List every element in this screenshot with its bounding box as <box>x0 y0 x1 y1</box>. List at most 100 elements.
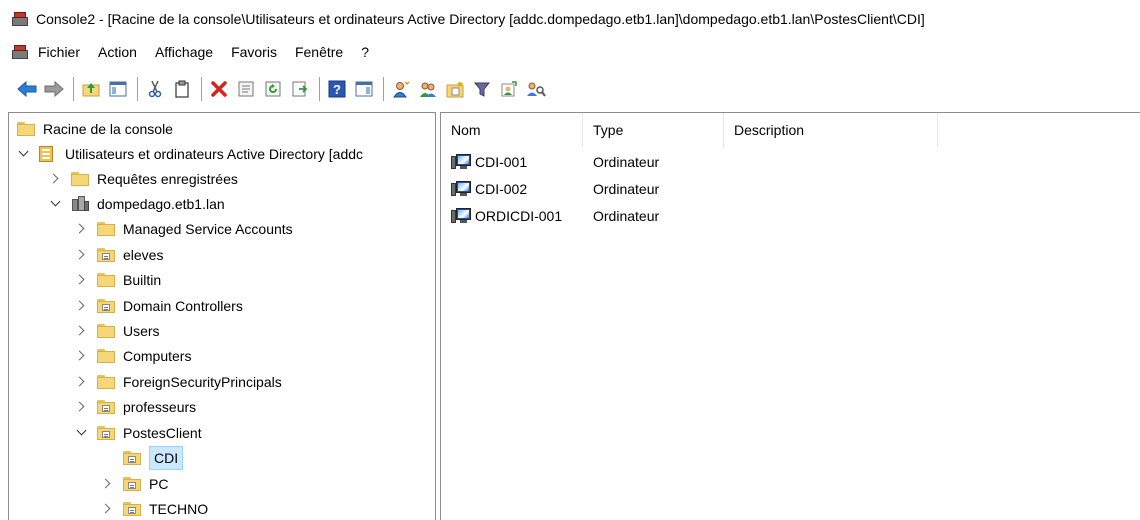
console-tree-pane[interactable]: Racine de la console Utilisateurs et ord… <box>8 112 436 520</box>
list-cell-type: Ordinateur <box>593 207 660 224</box>
column-header-type[interactable]: Type <box>583 113 724 147</box>
tree-item-eleves[interactable]: eleves <box>74 242 164 267</box>
ou-icon <box>123 476 141 491</box>
menu-favoris[interactable]: Favoris <box>231 44 277 60</box>
refresh-icon[interactable] <box>262 78 284 100</box>
tree-item-label: Utilisateurs et ordinateurs Active Direc… <box>65 145 364 162</box>
expand-chevron-icon[interactable] <box>17 146 29 160</box>
properties-icon[interactable] <box>235 78 257 100</box>
computer-icon <box>451 153 471 170</box>
tree-item-techno[interactable]: TECHNO <box>100 496 209 520</box>
ou-icon <box>123 501 141 516</box>
tree-item-builtin[interactable]: Builtin <box>74 267 162 292</box>
mmc-console-icon[interactable] <box>12 12 28 26</box>
tree-item-pc[interactable]: PC <box>100 471 169 496</box>
toolbar-separator <box>319 77 320 101</box>
tree-item-ad-users-computers[interactable]: Utilisateurs et ordinateurs Active Direc… <box>17 141 363 166</box>
collapse-chevron-icon[interactable] <box>74 300 87 312</box>
tree-item-label: Racine de la console <box>43 120 173 137</box>
results-list-pane[interactable]: Nom Type Description CDI-001 Ordinateur … <box>440 112 1140 520</box>
menu-fichier[interactable]: Fichier <box>38 44 80 60</box>
collapse-chevron-icon[interactable] <box>100 478 113 490</box>
ou-icon <box>97 247 115 262</box>
tree-item-cdi[interactable]: CDI <box>123 445 184 470</box>
collapse-chevron-icon[interactable] <box>100 503 113 515</box>
find-icon[interactable] <box>525 78 547 100</box>
list-row[interactable]: ORDICDI-001 Ordinateur <box>441 202 1140 229</box>
tree-item-professeurs[interactable]: professeurs <box>74 394 197 419</box>
ad-snapin-icon <box>39 145 57 162</box>
menu-help[interactable]: ? <box>361 44 369 60</box>
new-user-icon[interactable] <box>390 78 412 100</box>
collapse-chevron-icon[interactable] <box>74 223 87 235</box>
tree-item-foreign-security-principals[interactable]: ForeignSecurityPrincipals <box>74 369 282 394</box>
menu-bar: Fichier Action Affichage Favoris Fenêtre… <box>0 38 1140 66</box>
new-group-icon[interactable] <box>417 78 439 100</box>
computer-name: CDI-002 <box>475 180 528 197</box>
tree-item-computers[interactable]: Computers <box>74 343 192 368</box>
folder-icon <box>97 221 115 236</box>
collapse-chevron-icon[interactable] <box>74 376 87 388</box>
forward-arrow-icon[interactable] <box>43 78 65 100</box>
add-to-group-icon[interactable] <box>498 78 520 100</box>
console-menu-icon[interactable] <box>12 45 28 59</box>
list-row[interactable]: CDI-002 Ordinateur <box>441 175 1140 202</box>
tree-item-label: dompedago.etb1.lan <box>97 195 225 212</box>
tree-item-label: Computers <box>123 347 192 364</box>
collapse-chevron-icon[interactable] <box>74 274 87 286</box>
tree-item-postes-client[interactable]: PostesClient <box>75 420 202 445</box>
tree-item-domain[interactable]: dompedago.etb1.lan <box>49 191 225 216</box>
tree-item-saved-queries[interactable]: Requêtes enregistrées <box>48 166 238 191</box>
up-folder-icon[interactable] <box>80 78 102 100</box>
window-title: Console2 - [Racine de la console\Utilisa… <box>36 11 925 27</box>
tree-item-label-selected: CDI <box>149 445 184 470</box>
list-row[interactable]: CDI-001 Ordinateur <box>441 148 1140 175</box>
tree-item-label: ForeignSecurityPrincipals <box>123 373 282 390</box>
menu-affichage[interactable]: Affichage <box>155 44 213 60</box>
copy-icon[interactable] <box>171 78 193 100</box>
tree-item-console-root[interactable]: Racine de la console <box>17 116 173 141</box>
filter-icon[interactable] <box>471 78 493 100</box>
list-cell-name: ORDICDI-001 <box>451 202 562 229</box>
folder-icon <box>71 171 89 186</box>
domain-icon <box>71 195 89 212</box>
delete-icon[interactable] <box>208 78 230 100</box>
collapse-chevron-icon[interactable] <box>74 350 87 362</box>
toolbar-separator <box>137 77 138 101</box>
ou-icon <box>97 425 115 440</box>
tree-item-label: PC <box>149 475 169 492</box>
tree-item-label: Requêtes enregistrées <box>97 170 238 187</box>
collapse-chevron-icon[interactable] <box>48 173 61 185</box>
cut-icon[interactable] <box>144 78 166 100</box>
tree-item-label: Users <box>123 322 160 339</box>
tree-item-users[interactable]: Users <box>74 318 160 343</box>
tree-item-label: Domain Controllers <box>123 297 243 314</box>
menu-fenetre[interactable]: Fenêtre <box>295 44 343 60</box>
ou-icon <box>97 298 115 313</box>
computer-name: ORDICDI-001 <box>475 207 563 224</box>
computer-name: CDI-001 <box>475 153 528 170</box>
show-hide-tree-icon[interactable] <box>107 78 129 100</box>
help-icon[interactable]: ? <box>326 78 348 100</box>
tree-item-label: eleves <box>123 246 164 263</box>
tree-item-label: TECHNO <box>149 500 209 517</box>
collapse-chevron-icon[interactable] <box>74 249 87 261</box>
collapse-chevron-icon[interactable] <box>74 325 87 337</box>
collapse-chevron-icon[interactable] <box>74 401 87 413</box>
column-header-description[interactable]: Description <box>724 113 938 147</box>
menu-action[interactable]: Action <box>98 44 137 60</box>
column-header-name[interactable]: Nom <box>441 113 583 147</box>
expand-chevron-icon[interactable] <box>49 196 61 210</box>
expand-chevron-icon[interactable] <box>75 425 87 439</box>
tree-item-label: Builtin <box>123 271 162 288</box>
folder-icon <box>17 121 35 136</box>
show-hide-action-pane-icon[interactable] <box>353 78 375 100</box>
export-list-icon[interactable] <box>289 78 311 100</box>
toolbar-separator <box>383 77 384 101</box>
folder-icon <box>97 323 115 338</box>
tree-item-domain-controllers[interactable]: Domain Controllers <box>74 293 243 318</box>
tree-item-label: professeurs <box>123 398 197 415</box>
back-arrow-icon[interactable] <box>16 78 38 100</box>
new-ou-icon[interactable] <box>444 78 466 100</box>
tree-item-managed-service-accounts[interactable]: Managed Service Accounts <box>74 216 293 241</box>
